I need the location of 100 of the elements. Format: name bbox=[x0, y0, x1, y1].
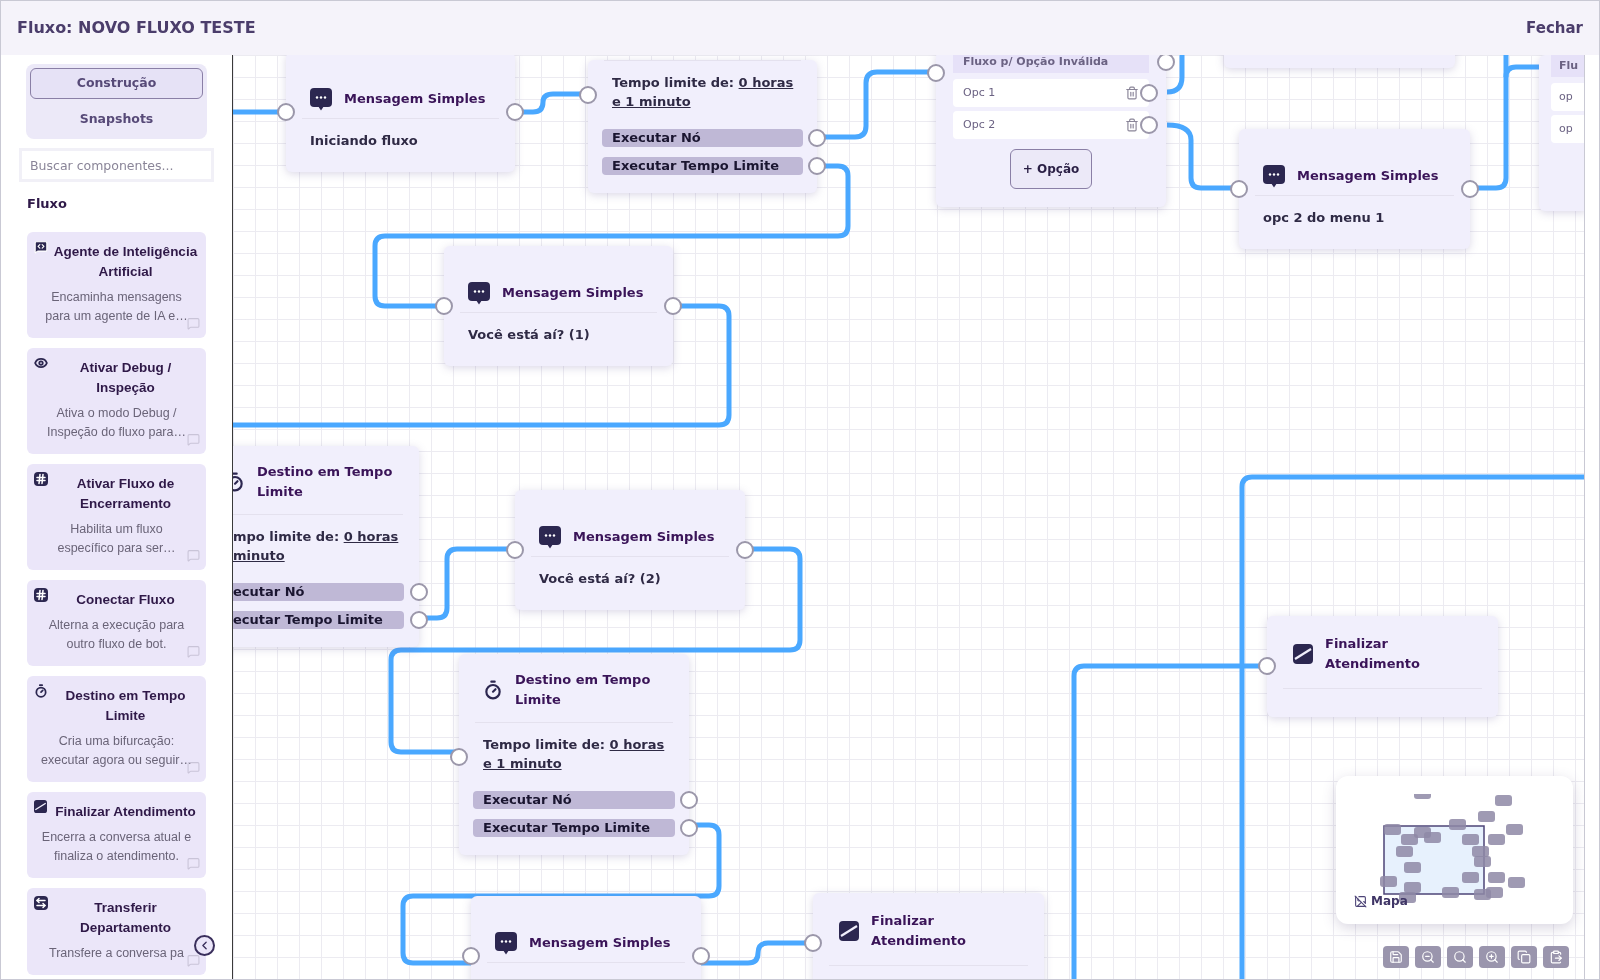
copy-icon bbox=[1517, 950, 1531, 964]
timer-icon bbox=[483, 680, 503, 700]
component-card[interactable]: Agente de Inteligência Artificial Encaminha mensagens para um agente de IA e… bbox=[27, 231, 206, 338]
node-title: Mensagem Simples bbox=[344, 90, 486, 109]
minimap[interactable]: Mapa bbox=[1336, 776, 1573, 924]
connection-handle[interactable] bbox=[927, 64, 945, 82]
minimap-label: Mapa bbox=[1371, 893, 1408, 910]
message-node[interactable] bbox=[444, 246, 673, 366]
node-title: Finalizar Atendimento bbox=[1325, 635, 1421, 673]
menu-option[interactable]: op bbox=[1551, 115, 1584, 143]
output-option[interactable]: Executar Tempo Limite bbox=[602, 157, 803, 175]
connection-handle[interactable] bbox=[410, 583, 428, 601]
message-node[interactable] bbox=[286, 55, 515, 172]
component-card[interactable]: Ativar Debug / Inspeção Ativa o modo Debug / Inspeção do fluxo para… bbox=[27, 347, 206, 454]
connection-handle[interactable] bbox=[277, 103, 295, 121]
component-title: Transferir Departamento bbox=[79, 898, 172, 937]
connection-handle[interactable] bbox=[1157, 55, 1175, 71]
component-description: Alterna a execução para outro fluxo de bot. bbox=[48, 616, 185, 653]
close-button[interactable]: Fechar bbox=[1526, 16, 1583, 40]
connection-handle[interactable] bbox=[808, 129, 826, 147]
sidebar-tab[interactable]: Construção bbox=[30, 68, 203, 99]
connection-handle[interactable] bbox=[1461, 180, 1479, 198]
slashed-square-icon bbox=[34, 799, 47, 813]
connection-handle[interactable] bbox=[462, 947, 480, 965]
menu-option[interactable]: op bbox=[1551, 83, 1584, 111]
invalid-option-row[interactable]: Flu bbox=[1551, 55, 1584, 77]
component-title: Ativar Debug / Inspeção bbox=[78, 358, 173, 397]
component-title: Conectar Fluxo bbox=[76, 590, 175, 609]
output-option[interactable]: ecutar Tempo Limite bbox=[233, 611, 404, 629]
zoom-out-button[interactable] bbox=[1415, 946, 1441, 968]
search-icon bbox=[1453, 950, 1467, 964]
paste-icon bbox=[1549, 950, 1563, 964]
component-card[interactable]: Finalizar Atendimento Encerra a conversa atual e finaliza o atendimento. bbox=[27, 791, 206, 878]
paste-button[interactable] bbox=[1543, 946, 1569, 968]
invalid-option-row[interactable]: Fluxo p/ Opção Inválida bbox=[953, 55, 1149, 73]
timer-icon bbox=[34, 683, 48, 698]
node-title: Destino em Tempo Limite bbox=[515, 671, 652, 709]
output-option[interactable]: Executar Nó bbox=[473, 791, 675, 809]
connection-handle[interactable] bbox=[579, 86, 597, 104]
timeout-text: Tempo limite de: 0 horas e 1 minuto bbox=[612, 74, 795, 111]
connection-handle[interactable] bbox=[506, 103, 524, 121]
component-description: Transfere a conversa pa bbox=[49, 944, 184, 962]
timeout-text: mpo limite de: 0 horas minuto bbox=[233, 528, 400, 565]
connection-handle[interactable] bbox=[1230, 180, 1248, 198]
connection-handle[interactable] bbox=[435, 297, 453, 315]
component-title: Ativar Fluxo de Encerramento bbox=[75, 474, 176, 513]
finalize-node[interactable] bbox=[1267, 616, 1498, 717]
component-card[interactable]: Transferir Departamento Transfere a conversa pa bbox=[27, 887, 206, 975]
node-title: Mensagem Simples bbox=[529, 934, 671, 953]
connection-handle[interactable] bbox=[804, 934, 822, 952]
option-label: op bbox=[1559, 120, 1573, 137]
save-icon bbox=[1389, 950, 1403, 964]
connection-handle[interactable] bbox=[680, 791, 698, 809]
eye-icon bbox=[34, 355, 48, 370]
node-title: Destino em Tempo Limite bbox=[257, 463, 394, 501]
output-option[interactable]: ecutar Nó bbox=[233, 583, 404, 601]
trash-icon[interactable] bbox=[1125, 86, 1139, 100]
component-card[interactable]: Ativar Fluxo de Encerramento Habilita um fluxo específico para ser… bbox=[27, 463, 206, 570]
add-option-button[interactable]: + Opção bbox=[1009, 149, 1093, 189]
connection-handle[interactable] bbox=[680, 819, 698, 837]
finalize-node[interactable] bbox=[813, 893, 1044, 979]
option-label: Opc 2 bbox=[963, 116, 996, 133]
zoom-in-button[interactable] bbox=[1479, 946, 1505, 968]
component-card[interactable]: Destino em Tempo Limite Cria uma bifurcação: executar agora ou seguir… bbox=[27, 675, 206, 782]
slashed-square-icon bbox=[839, 921, 859, 941]
menu-option[interactable]: Opc 2 bbox=[953, 111, 1149, 139]
component-card[interactable]: Conectar Fluxo Alterna a execução para outro fluxo de bot. bbox=[27, 579, 206, 666]
connection-handle[interactable] bbox=[736, 541, 754, 559]
connection-handle[interactable] bbox=[1258, 657, 1276, 675]
connection-handle[interactable] bbox=[506, 541, 524, 559]
sidebar-tab[interactable]: Snapshots bbox=[30, 104, 203, 135]
zoom-out-icon bbox=[1421, 950, 1435, 964]
output-option[interactable]: Executar Tempo Limite bbox=[473, 819, 675, 837]
component-description: Encaminha mensagens para um agente de IA e… bbox=[45, 288, 188, 325]
message-text: opc 2 do menu 1 bbox=[1262, 209, 1386, 227]
connector-line bbox=[1166, 55, 1185, 95]
message-text: Você está aí? (2) bbox=[538, 570, 662, 588]
component-title: Finalizar Atendimento bbox=[55, 802, 196, 821]
output-option[interactable]: Executar Nó bbox=[602, 129, 803, 147]
component-description: Habilita um fluxo específico para ser… bbox=[57, 520, 176, 557]
connection-handle[interactable] bbox=[450, 748, 468, 766]
message-node[interactable] bbox=[1239, 129, 1470, 249]
timeout-text: Tempo limite de: 0 horas e 1 minuto bbox=[483, 736, 666, 773]
message-text: Iniciando fluxo bbox=[309, 132, 419, 150]
hash-icon bbox=[34, 587, 48, 602]
menu-option[interactable]: Opc 1 bbox=[953, 79, 1149, 107]
node-title: Mensagem Simples bbox=[573, 528, 715, 547]
save-button[interactable] bbox=[1383, 946, 1409, 968]
option-label: op bbox=[1559, 88, 1573, 105]
connection-handle[interactable] bbox=[808, 157, 826, 175]
component-description: Encerra a conversa atual e finaliza o atendimento. bbox=[41, 828, 192, 865]
fit-view-button[interactable] bbox=[1447, 946, 1473, 968]
connection-handle[interactable] bbox=[410, 611, 428, 629]
zoom-in-icon bbox=[1485, 950, 1499, 964]
trash-icon[interactable] bbox=[1125, 118, 1139, 132]
search-field[interactable]: Buscar componentes... bbox=[22, 151, 211, 179]
message-node[interactable] bbox=[515, 490, 745, 610]
connection-handle[interactable] bbox=[664, 297, 682, 315]
component-title: Destino em Tempo Limite bbox=[64, 686, 187, 725]
copy-button[interactable] bbox=[1511, 946, 1537, 968]
